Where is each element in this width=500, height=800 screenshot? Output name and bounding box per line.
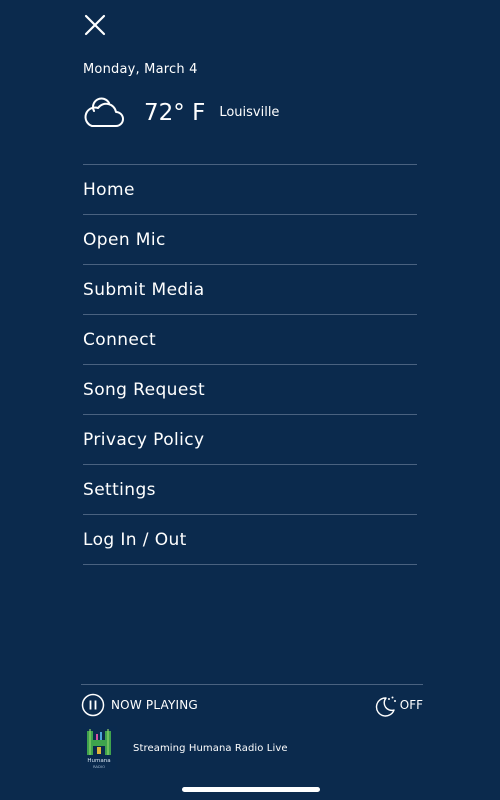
humana-h-logo-icon (87, 729, 111, 755)
menu-item-submit-media[interactable]: Submit Media (83, 265, 417, 315)
menu-item-connect[interactable]: Connect (83, 315, 417, 365)
station-logo: Humana RADIO (81, 726, 117, 770)
cloud-icon (84, 97, 124, 127)
station-title: Streaming Humana Radio Live (133, 742, 288, 754)
menu-item-open-mic[interactable]: Open Mic (83, 215, 417, 265)
close-icon (84, 14, 106, 36)
navigation-menu: Home Open Mic Submit Media Connect Song … (83, 164, 417, 565)
menu-item-privacy-policy[interactable]: Privacy Policy (83, 415, 417, 465)
now-playing-label: NOW PLAYING (111, 698, 198, 712)
menu-item-home[interactable]: Home (83, 165, 417, 215)
station-logo-subtitle: RADIO (92, 763, 106, 769)
station-row[interactable]: Humana RADIO Streaming Humana Radio Live (81, 726, 423, 770)
pause-icon[interactable] (81, 693, 105, 717)
sleep-timer-label: OFF (399, 698, 423, 712)
player-status-row: NOW PLAYING OFF (81, 685, 423, 725)
temperature: 72° F (144, 99, 206, 126)
home-indicator[interactable] (182, 787, 320, 792)
weather-widget: 72° F Louisville (82, 96, 279, 130)
menu-item-song-request[interactable]: Song Request (83, 365, 417, 415)
weather-location: Louisville (219, 104, 280, 120)
menu-item-settings[interactable]: Settings (83, 465, 417, 515)
close-button[interactable] (82, 12, 108, 38)
moon-icon (375, 696, 396, 717)
mini-player: NOW PLAYING OFF Humana RADIO Streaming H… (81, 684, 423, 770)
current-date: Monday, March 4 (83, 62, 198, 77)
sleep-timer-button[interactable]: OFF (373, 693, 423, 717)
menu-item-log-in-out[interactable]: Log In / Out (83, 515, 417, 565)
side-menu-screen: Monday, March 4 72° F Louisville Home Op… (0, 0, 500, 800)
